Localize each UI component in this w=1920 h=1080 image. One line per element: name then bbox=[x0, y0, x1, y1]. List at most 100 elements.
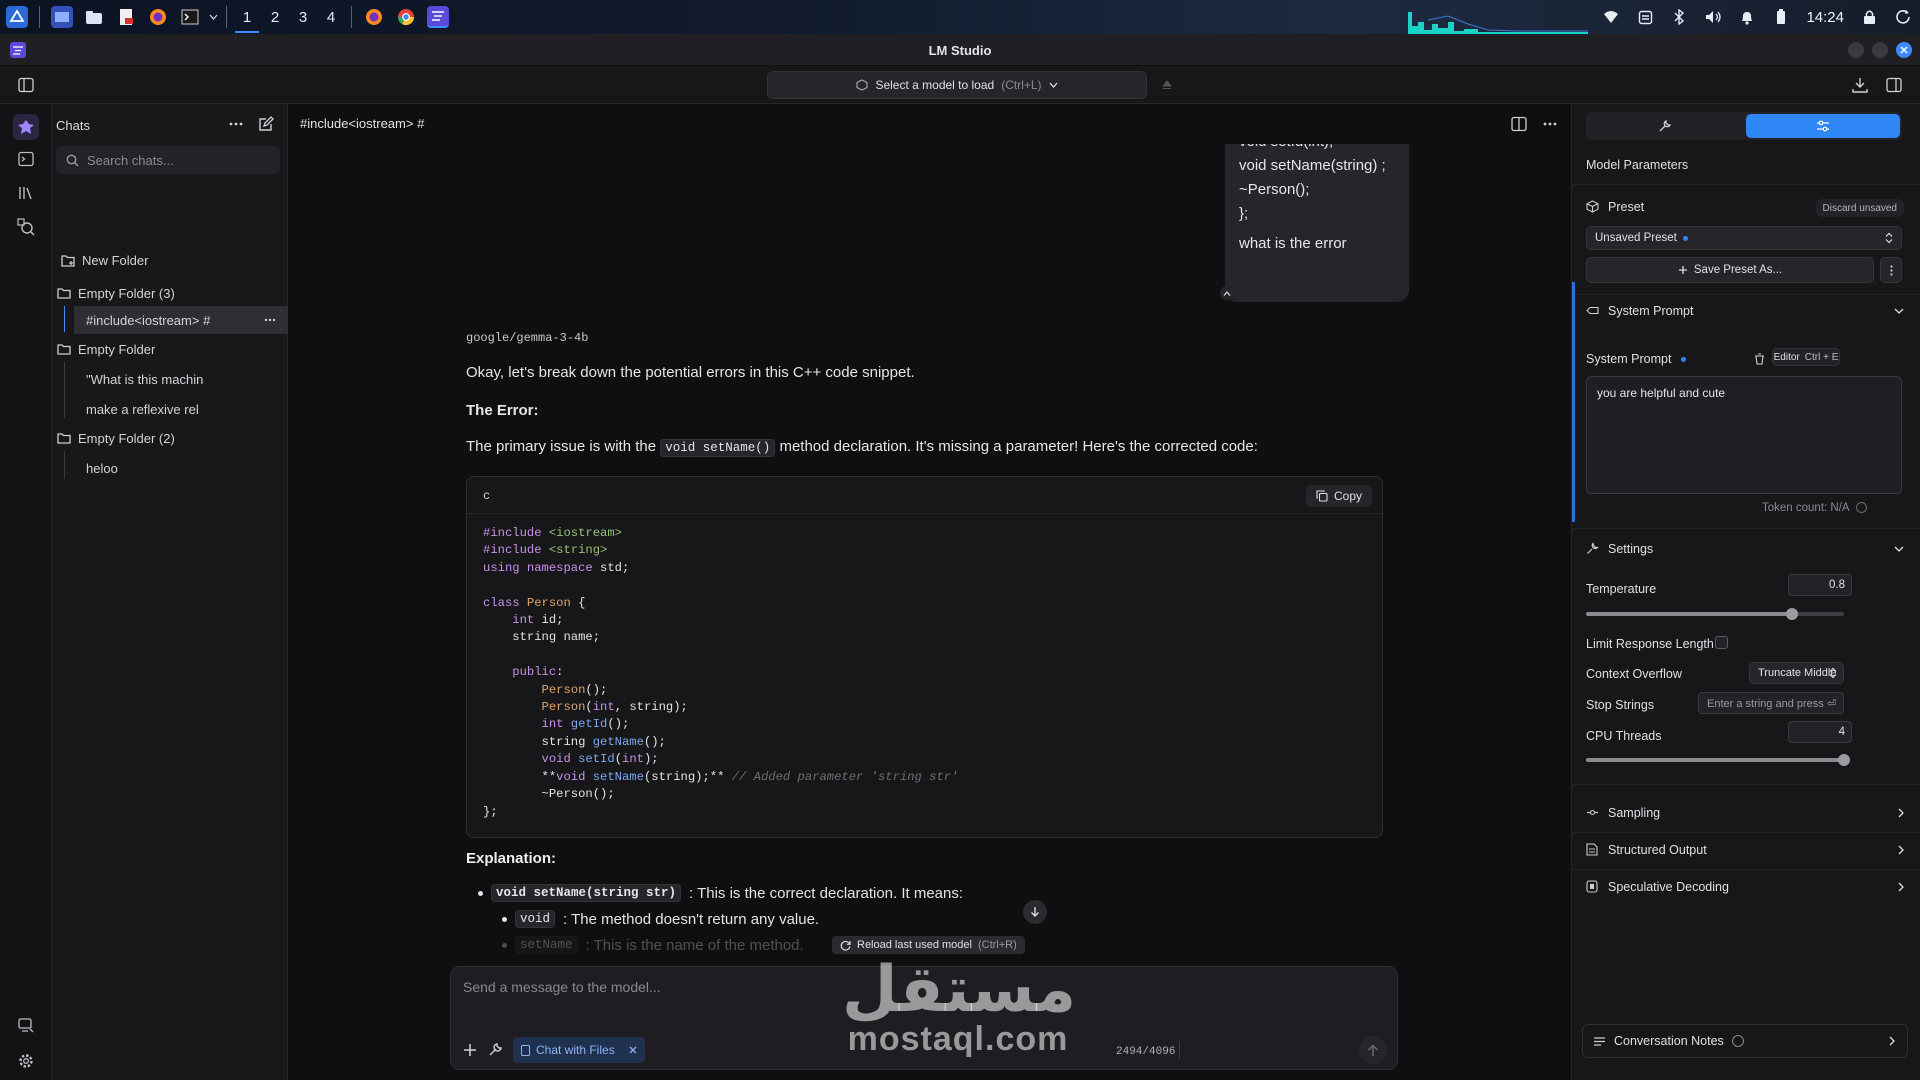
help-icon[interactable] bbox=[1731, 1035, 1744, 1047]
discard-unsaved-button[interactable]: Discard unsaved bbox=[1815, 199, 1904, 217]
file-manager-icon[interactable] bbox=[83, 6, 105, 28]
lock-icon[interactable] bbox=[1852, 0, 1886, 34]
workspace-3[interactable]: 3 bbox=[289, 0, 317, 34]
developer-terminal-icon[interactable] bbox=[13, 146, 39, 172]
folder-item[interactable]: Empty Folder (2) bbox=[52, 424, 288, 452]
bluetooth-icon[interactable] bbox=[1662, 0, 1696, 34]
eject-icon[interactable] bbox=[1158, 76, 1176, 94]
structured-output-section-header[interactable]: Structured Output bbox=[1586, 835, 1904, 865]
scroll-to-bottom-button[interactable] bbox=[1023, 900, 1047, 924]
chrome-icon[interactable] bbox=[395, 6, 417, 28]
close-button[interactable] bbox=[1896, 42, 1912, 58]
temperature-input[interactable]: 0.8 bbox=[1788, 574, 1852, 596]
limit-response-checkbox[interactable] bbox=[1715, 636, 1728, 649]
more-options-icon[interactable] bbox=[229, 122, 243, 126]
desktop-icon[interactable] bbox=[51, 6, 73, 28]
slider-knob[interactable] bbox=[1838, 754, 1850, 766]
minimize-button[interactable] bbox=[1848, 42, 1864, 58]
workspace-1[interactable]: 1 bbox=[233, 0, 261, 34]
message-input[interactable] bbox=[463, 979, 1363, 1009]
copy-button[interactable]: Copy bbox=[1305, 485, 1372, 507]
help-icon[interactable] bbox=[1856, 502, 1868, 514]
chat-item[interactable]: "What is this machin bbox=[74, 365, 288, 393]
chat-scrollbar[interactable] bbox=[1549, 200, 1554, 210]
add-attachment-icon[interactable] bbox=[463, 1043, 477, 1057]
settings-section-header[interactable]: Settings bbox=[1586, 534, 1904, 564]
model-select-button[interactable]: Select a model to load (Ctrl+L) bbox=[767, 71, 1147, 99]
split-view-icon[interactable] bbox=[1511, 116, 1527, 132]
divider bbox=[1572, 832, 1920, 833]
volume-icon[interactable] bbox=[1696, 0, 1730, 34]
firefox-icon[interactable] bbox=[147, 6, 169, 28]
temperature-label: Temperature bbox=[1586, 582, 1657, 596]
battery-icon[interactable] bbox=[1764, 0, 1798, 34]
bell-icon[interactable] bbox=[1730, 0, 1764, 34]
reload-model-button[interactable]: Reload last used model (Ctrl+R) bbox=[832, 936, 1025, 954]
context-overflow-select[interactable]: Truncate Middle bbox=[1749, 662, 1844, 684]
slider-knob[interactable] bbox=[1786, 608, 1799, 620]
chat-more-icon[interactable] bbox=[264, 318, 276, 322]
workspace-4[interactable]: 4 bbox=[317, 0, 345, 34]
chat-item-selected[interactable]: #include<iostream> # bbox=[74, 306, 288, 334]
chat-item[interactable]: heloo bbox=[74, 454, 288, 482]
discover-search-icon[interactable] bbox=[13, 214, 39, 240]
chat-with-files-chip[interactable]: Chat with Files bbox=[513, 1037, 645, 1063]
speculative-decoding-section-header[interactable]: Speculative Decoding bbox=[1586, 872, 1904, 902]
runtime-icon[interactable] bbox=[13, 1012, 39, 1038]
preset-more-button[interactable] bbox=[1880, 257, 1902, 283]
system-prompt-section-header[interactable]: System Prompt bbox=[1586, 296, 1904, 326]
pdf-icon[interactable] bbox=[115, 6, 137, 28]
terminal-icon[interactable] bbox=[179, 6, 201, 28]
conversation-notes-button[interactable]: Conversation Notes bbox=[1582, 1024, 1908, 1058]
save-preset-button[interactable]: Save Preset As... bbox=[1586, 257, 1874, 283]
system-prompt-label: System Prompt bbox=[1586, 352, 1686, 366]
divider bbox=[1572, 784, 1920, 785]
system-prompt-textarea[interactable]: you are helpful and cute bbox=[1586, 376, 1902, 494]
editor-button[interactable]: Editor Ctrl + E bbox=[1772, 348, 1840, 366]
tools-wrench-icon[interactable] bbox=[488, 1042, 503, 1057]
maximize-button[interactable] bbox=[1872, 42, 1888, 58]
cpu-threads-slider[interactable] bbox=[1586, 754, 1850, 766]
chat-more-options-icon[interactable] bbox=[1543, 122, 1557, 126]
power-icon[interactable] bbox=[1886, 0, 1920, 34]
new-folder-button[interactable]: New Folder bbox=[60, 246, 296, 274]
toggle-right-panel-icon[interactable] bbox=[1886, 77, 1902, 93]
remove-chip-icon[interactable] bbox=[629, 1046, 637, 1054]
tab-tools[interactable] bbox=[1586, 114, 1744, 138]
chat-bot-icon[interactable] bbox=[13, 114, 39, 140]
kde-launcher-icon[interactable] bbox=[6, 6, 28, 28]
search-chats[interactable] bbox=[56, 146, 280, 174]
workspace-2[interactable]: 2 bbox=[261, 0, 289, 34]
chevron-down-icon[interactable] bbox=[208, 6, 218, 28]
folder-item[interactable]: Empty Folder bbox=[52, 335, 288, 363]
new-folder-icon bbox=[60, 252, 76, 268]
user-message[interactable]: void setId(int); void setName(string) ; … bbox=[1225, 144, 1409, 302]
firefox-icon[interactable] bbox=[363, 6, 385, 28]
chat-item[interactable]: make a reflexive rel bbox=[74, 395, 288, 423]
explanation-bullet: void setName(string str) : This is the c… bbox=[478, 884, 963, 902]
cpu-threads-input[interactable]: 4 bbox=[1788, 721, 1852, 743]
sampling-section-header[interactable]: Sampling bbox=[1586, 798, 1904, 828]
temperature-slider[interactable] bbox=[1586, 608, 1844, 620]
download-icon[interactable] bbox=[1852, 77, 1868, 93]
clock[interactable]: 14:24 bbox=[1798, 9, 1852, 26]
trash-icon[interactable] bbox=[1754, 353, 1765, 365]
tab-model-parameters[interactable] bbox=[1746, 114, 1900, 138]
collapse-up-icon[interactable] bbox=[1220, 286, 1234, 300]
my-models-icon[interactable] bbox=[13, 180, 39, 206]
preset-select[interactable]: Unsaved Preset bbox=[1586, 226, 1902, 250]
context-overflow-value: Truncate Middle bbox=[1758, 667, 1837, 679]
send-button[interactable] bbox=[1359, 1036, 1387, 1064]
new-chat-icon[interactable] bbox=[258, 116, 274, 132]
chat-title[interactable]: #include<iostream> # bbox=[300, 116, 424, 131]
toggle-sidebar-icon[interactable] bbox=[18, 77, 34, 93]
stop-strings-input[interactable]: Enter a string and press ⏎ bbox=[1698, 692, 1844, 714]
settings-gear-icon[interactable] bbox=[13, 1048, 39, 1074]
wifi-icon[interactable] bbox=[1594, 0, 1628, 34]
clipboard-icon[interactable] bbox=[1628, 0, 1662, 34]
search-input[interactable] bbox=[87, 152, 267, 168]
lmstudio-icon[interactable] bbox=[427, 6, 449, 28]
folder-item[interactable]: Empty Folder (3) bbox=[52, 279, 288, 307]
user-message-line: void setId(int); bbox=[1239, 144, 1395, 154]
speculative-icon bbox=[1586, 880, 1600, 894]
